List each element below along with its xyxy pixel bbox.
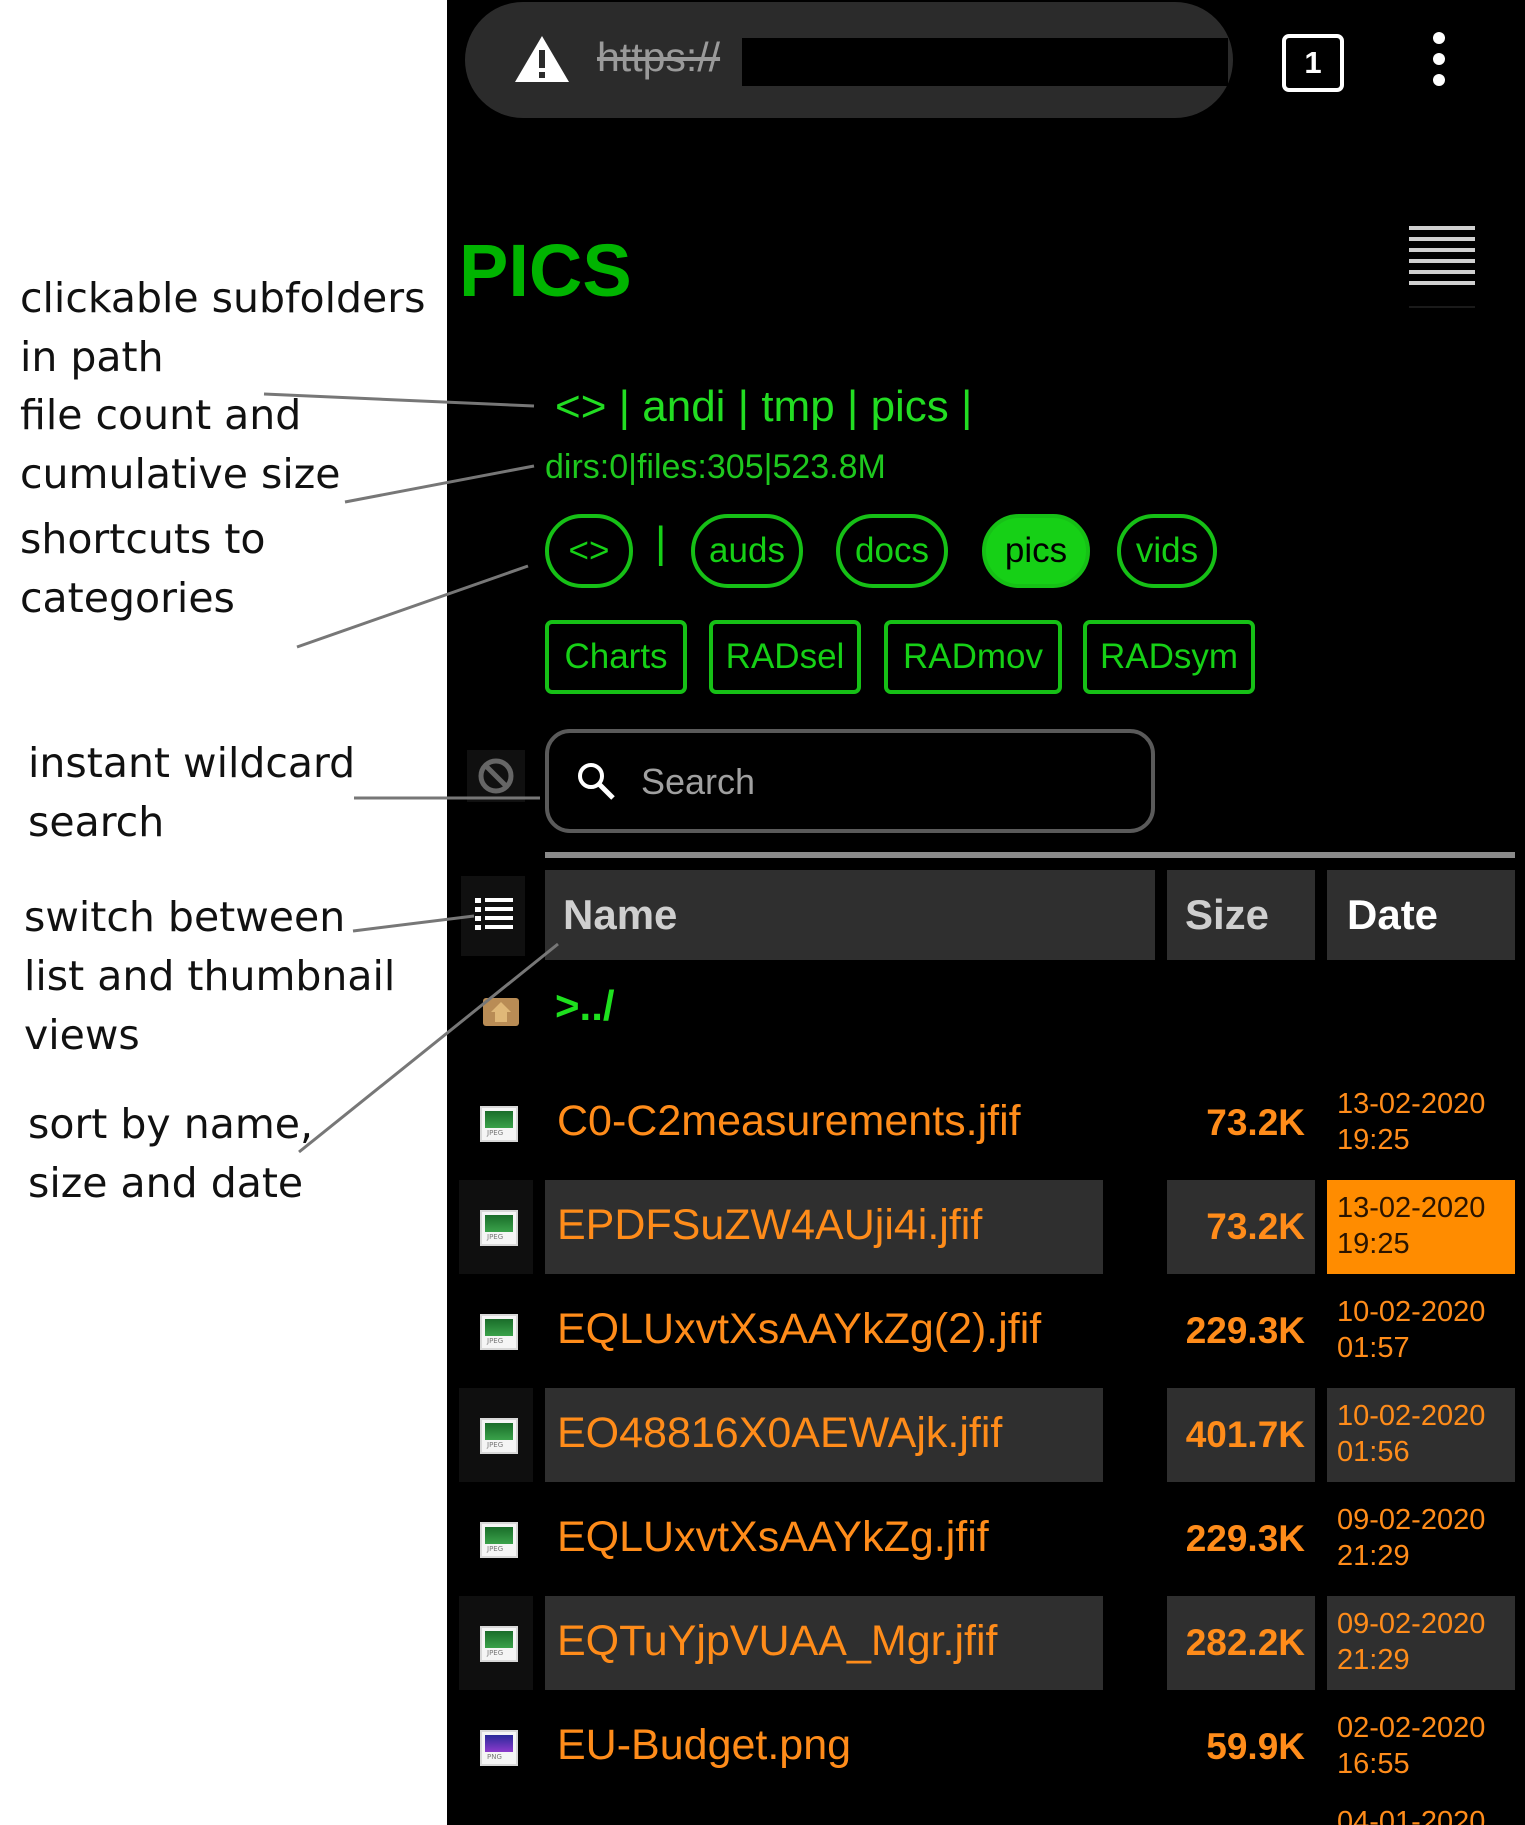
page-title: PICS: [459, 229, 632, 312]
url-redaction: [742, 38, 1228, 86]
annotation-shortcuts: shortcuts to categories: [20, 515, 266, 622]
file-name-link[interactable]: EPDFSuZW4AUji4i.jfif: [557, 1201, 982, 1250]
annotation-search: instant wildcard search: [28, 739, 356, 846]
category-pics-button[interactable]: pics: [982, 514, 1090, 588]
file-thumb-cell: JPEG: [459, 1284, 533, 1378]
shortcut-charts-button[interactable]: Charts: [545, 620, 687, 694]
file-size: 401.7K: [1185, 1414, 1305, 1455]
table-row[interactable]: JPEG EQLUxvtXsAAYkZg(2).jfif 229.3K 10-0…: [447, 1279, 1525, 1383]
file-date: 09-02-2020 21:29: [1337, 1504, 1486, 1572]
hamburger-menu-icon[interactable]: [1409, 226, 1475, 308]
file-size: 282.2K: [1185, 1622, 1305, 1663]
file-thumb-cell: JPEG: [459, 1076, 533, 1170]
file-thumb-cell: JPEG: [459, 1596, 533, 1690]
table-row[interactable]: JPEG EO48816X0AEWAjk.jfif 401.7K 10-02-2…: [447, 1383, 1525, 1487]
table-row[interactable]: JPEG EQLUxvtXsAAYkZg.jfif 229.3K 09-02-2…: [447, 1487, 1525, 1591]
annotation-sort: sort by name, size and date: [28, 1100, 314, 1207]
file-date: 10-02-2020 01:57: [1337, 1296, 1486, 1364]
shortcut-radsym-button[interactable]: RADsym: [1083, 620, 1255, 694]
shortcut-radsel-button[interactable]: RADsel: [709, 620, 861, 694]
sort-by-name-header[interactable]: Name: [545, 870, 1155, 960]
file-date: 10-02-2020 01:56: [1337, 1400, 1486, 1468]
category-auds-button[interactable]: auds: [691, 514, 803, 588]
annotation-panel: clickable subfolders in path file count …: [0, 0, 447, 1825]
category-separator: |: [655, 518, 667, 567]
clear-search-icon[interactable]: [467, 750, 525, 802]
search-box[interactable]: [545, 729, 1155, 833]
file-size: 73.2K: [1206, 1102, 1305, 1143]
file-date: 02-02-2020 16:55: [1337, 1712, 1486, 1780]
jpeg-file-icon: JPEG: [480, 1210, 518, 1246]
file-thumb-cell: JPEG: [459, 1492, 533, 1586]
file-size: 73.2K: [1206, 1206, 1305, 1247]
jpeg-file-icon: JPEG: [480, 1314, 518, 1350]
file-thumb-cell: PNG: [459, 1700, 533, 1794]
tab-count-button[interactable]: 1: [1282, 34, 1344, 92]
jpeg-file-icon: JPEG: [480, 1626, 518, 1662]
search-icon: [578, 763, 615, 800]
sort-by-date-header[interactable]: Date: [1327, 870, 1515, 960]
file-name-link[interactable]: EQLUxvtXsAAYkZg.jfif: [557, 1513, 989, 1562]
file-size: 229.3K: [1185, 1310, 1305, 1351]
partial-row-date: 04-01-2020: [1337, 1806, 1486, 1825]
file-date: 13-02-2020 19:25: [1337, 1088, 1486, 1156]
url-text[interactable]: https://: [597, 34, 720, 81]
jpeg-file-icon: JPEG: [480, 1106, 518, 1142]
file-thumb-cell: JPEG: [459, 1180, 533, 1274]
warning-icon: [515, 36, 569, 82]
file-size: 229.3K: [1185, 1518, 1305, 1559]
annotation-subfolders: clickable subfolders in path: [20, 274, 426, 381]
png-file-icon: PNG: [480, 1730, 518, 1766]
file-name-link[interactable]: EO48816X0AEWAjk.jfif: [557, 1409, 1002, 1458]
category-docs-button[interactable]: docs: [836, 514, 948, 588]
jpeg-file-icon: JPEG: [480, 1418, 518, 1454]
more-options-icon[interactable]: [1429, 32, 1449, 86]
file-name-link[interactable]: EQLUxvtXsAAYkZg(2).jfif: [557, 1305, 1041, 1354]
breadcrumb[interactable]: <> | andi | tmp | pics |: [555, 382, 972, 432]
file-list: JPEG C0-C2measurements.jfif 73.2K 13-02-…: [447, 1071, 1525, 1799]
parent-directory-link[interactable]: >../: [555, 982, 615, 1030]
phone-screen: https:// 1 PICS <> | andi | tmp | pics |…: [447, 0, 1525, 1825]
category-vids-button[interactable]: vids: [1117, 514, 1217, 588]
shortcut-radmov-button[interactable]: RADmov: [884, 620, 1062, 694]
table-header-rule: [545, 852, 1515, 858]
file-date: 13-02-2020 19:25: [1337, 1192, 1486, 1260]
file-name-link[interactable]: EU-Budget.png: [557, 1721, 851, 1770]
file-size: 59.9K: [1206, 1726, 1305, 1767]
folder-up-icon: [483, 998, 519, 1026]
table-row[interactable]: JPEG EPDFSuZW4AUji4i.jfif 73.2K 13-02-20…: [447, 1175, 1525, 1279]
table-row[interactable]: JPEG EQTuYjpVUAA_Mgr.jfif 282.2K 09-02-2…: [447, 1591, 1525, 1695]
table-row[interactable]: PNG EU-Budget.png 59.9K 02-02-2020 16:55: [447, 1695, 1525, 1799]
jpeg-file-icon: JPEG: [480, 1522, 518, 1558]
annotation-view-switch: switch between list and thumbnail views: [24, 893, 396, 1059]
list-view-icon[interactable]: [461, 876, 525, 956]
annotation-file-count: file count and cumulative size: [20, 391, 341, 498]
file-stats: dirs:0|files:305|523.8M: [545, 448, 886, 486]
highlighted-date-cell: 13-02-2020 19:25: [1327, 1180, 1515, 1274]
address-bar[interactable]: https://: [465, 2, 1233, 118]
file-name-link[interactable]: EQTuYjpVUAA_Mgr.jfif: [557, 1617, 998, 1666]
file-date: 09-02-2020 21:29: [1337, 1608, 1486, 1676]
search-input[interactable]: [639, 753, 1123, 811]
table-row[interactable]: JPEG C0-C2measurements.jfif 73.2K 13-02-…: [447, 1071, 1525, 1175]
sort-by-size-header[interactable]: Size: [1167, 870, 1315, 960]
file-name-link[interactable]: C0-C2measurements.jfif: [557, 1097, 1021, 1146]
file-thumb-cell: JPEG: [459, 1388, 533, 1482]
category-root-button[interactable]: <>: [545, 514, 633, 588]
